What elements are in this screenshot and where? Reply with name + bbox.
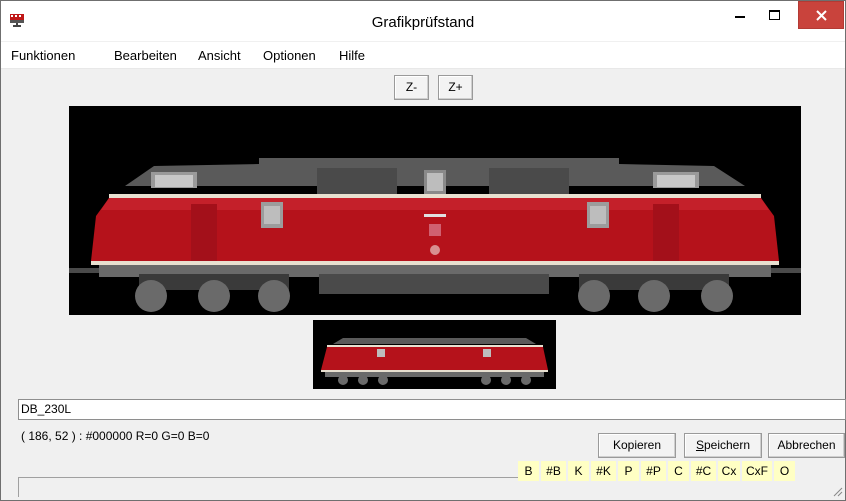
app-window: Grafikprüfstand Funktionen Bearbeiten An… [0,0,846,501]
menu-bearbeiten[interactable]: Bearbeiten [114,48,177,63]
locomotive-thumbnail-image [321,338,548,385]
zoom-in-button[interactable]: Z+ [438,75,473,100]
menu-funktionen[interactable]: Funktionen [11,48,75,63]
status-bar [1,477,845,500]
save-button[interactable]: Speichern [684,433,762,458]
zoom-out-button[interactable]: Z- [394,75,429,100]
locomotive-image [69,158,801,312]
maximize-icon [768,10,780,20]
pixel-info-text: ( 186, 52 ) : #000000 R=0 G=0 B=0 [21,429,210,443]
graphic-preview[interactable] [69,106,801,315]
copy-button[interactable]: Kopieren [598,433,676,458]
save-button-mnemonic: S [695,438,704,452]
close-icon [815,9,827,21]
menu-optionen[interactable]: Optionen [263,48,316,63]
save-button-label: peichern [703,438,751,452]
close-button[interactable] [798,1,844,29]
title-bar[interactable]: Grafikprüfstand [1,1,845,41]
cancel-button[interactable]: Abbrechen [768,433,845,458]
menu-hilfe[interactable]: Hilfe [339,48,365,63]
window-title: Grafikprüfstand [371,14,475,31]
resize-grip-icon[interactable] [831,485,843,497]
minimize-icon [735,16,745,18]
menu-ansicht[interactable]: Ansicht [198,48,241,63]
menu-bar: Funktionen Bearbeiten Ansicht Optionen H… [1,42,845,69]
graphic-thumbnail[interactable] [313,320,556,389]
maximize-button[interactable] [759,1,789,29]
status-pane [18,477,518,497]
graphic-name-field[interactable]: DB_230L [18,399,846,420]
minimize-button[interactable] [725,1,755,29]
